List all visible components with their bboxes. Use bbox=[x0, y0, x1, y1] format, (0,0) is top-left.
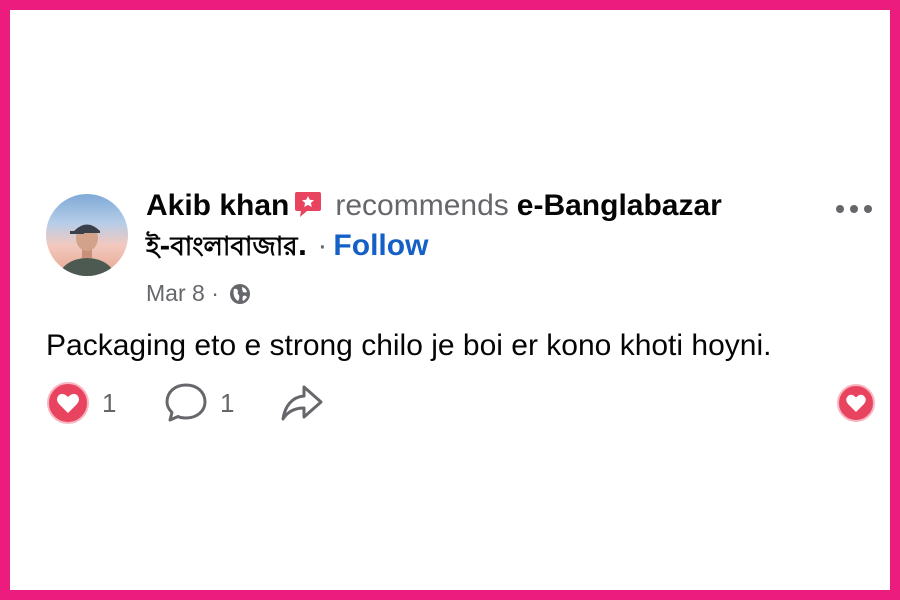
follow-button[interactable]: Follow bbox=[333, 229, 428, 262]
heart-icon[interactable] bbox=[836, 383, 876, 423]
avatar[interactable] bbox=[46, 194, 128, 276]
comment-count: 1 bbox=[220, 387, 235, 418]
recommend-badge-icon bbox=[293, 189, 323, 217]
comment-button[interactable]: 1 bbox=[164, 380, 234, 426]
post-text: Packaging eto e strong chilo je boi er k… bbox=[46, 329, 772, 362]
post-meta: Mar 8 · bbox=[146, 278, 251, 308]
share-button[interactable] bbox=[280, 380, 324, 426]
author-line: Akib khan recommends e-Banglabazar bbox=[146, 186, 722, 226]
like-button[interactable]: 1 bbox=[46, 380, 116, 426]
heart-icon bbox=[47, 382, 89, 424]
page-name-bengali[interactable]: ই-বাংলাবাজার. bbox=[146, 232, 307, 262]
post-card: Akib khan recommends e-Banglabazar ই-বাংলা… bbox=[0, 0, 900, 600]
recommends-text: recommends bbox=[335, 189, 509, 222]
comment-icon bbox=[165, 383, 207, 422]
post-date[interactable]: Mar 8 bbox=[146, 280, 205, 306]
separator-dot: · bbox=[317, 229, 328, 262]
more-dots-icon[interactable] bbox=[830, 194, 878, 224]
share-icon bbox=[281, 385, 323, 421]
page-name-line: ই-বাংলাবাজার. · Follow bbox=[146, 226, 428, 267]
meta-separator: · bbox=[211, 280, 219, 306]
globe-icon bbox=[229, 282, 251, 304]
page-name[interactable]: e-Banglabazar bbox=[517, 189, 722, 222]
avatar-image bbox=[59, 224, 115, 276]
author-name[interactable]: Akib khan bbox=[146, 189, 289, 222]
like-count: 1 bbox=[102, 387, 117, 418]
